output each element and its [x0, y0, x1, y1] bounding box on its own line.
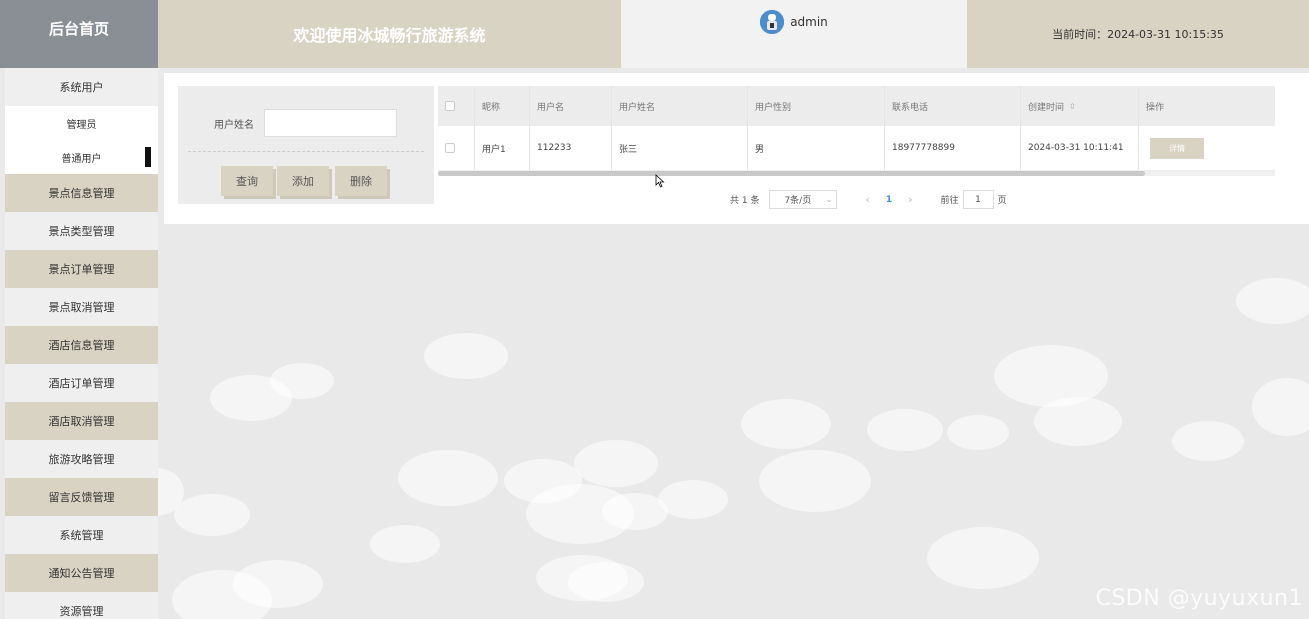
cell-username: 112233 [530, 126, 612, 170]
col-username: 用户名 [530, 86, 612, 126]
sidebar-item-travel-guide[interactable]: 旅游攻略管理 [5, 440, 158, 478]
user-avatar-icon[interactable] [760, 10, 785, 34]
cell-nickname: 用户1 [475, 126, 530, 170]
table-row: 用户1 112233 张三 男 18977778899 2024-03-31 1… [438, 126, 1275, 171]
row-checkbox[interactable] [445, 143, 455, 153]
sidebar-subitem-normal-users[interactable]: 普通用户 [5, 140, 158, 174]
active-indicator [145, 147, 151, 167]
next-page-icon[interactable]: › [908, 193, 912, 206]
page-size-value: 7条/页 [784, 196, 812, 206]
page-suffix: 页 [997, 196, 1007, 206]
search-name-input[interactable] [264, 109, 397, 137]
top-header: 后台首页 欢迎使用冰城畅行旅游系统 admin 当前时间：2024-03-31 … [0, 0, 1309, 68]
sidebar-item-spot-cancel[interactable]: 景点取消管理 [5, 288, 158, 326]
background-bubbles [128, 230, 1309, 619]
table-header: 昵称 用户名 用户姓名 用户性别 联系电话 创建时间 ⇳ 操作 [438, 86, 1275, 126]
sidebar-item-spot-type[interactable]: 景点类型管理 [5, 212, 158, 250]
search-label: 用户姓名 [214, 120, 254, 131]
col-phone: 联系电话 [885, 86, 1021, 126]
goto-page-input[interactable]: 1 [962, 190, 994, 209]
sidebar-item-system[interactable]: 系统管理 [5, 516, 158, 554]
chevron-down-icon: ⌄ [825, 195, 833, 204]
search-divider [188, 151, 424, 152]
sidebar-menu: 系统用户 管理员 普通用户 景点信息管理 景点类型管理 景点订单管理 景点取消管… [5, 68, 158, 619]
sidebar-item-system-users[interactable]: 系统用户 [5, 68, 158, 106]
current-time: 当前时间：2024-03-31 10:15:35 [967, 0, 1309, 68]
sidebar-item-hotel-cancel[interactable]: 酒店取消管理 [5, 402, 158, 440]
row-select-cell [438, 126, 475, 170]
col-realname: 用户姓名 [612, 86, 748, 126]
detail-button[interactable]: 详情 [1150, 137, 1204, 159]
sidebar-item-hotel-order[interactable]: 酒店订单管理 [5, 364, 158, 402]
main-panel: 用户姓名 查询 添加 删除 昵称 用户名 用户姓名 用户性别 联系电话 创建时间… [164, 73, 1309, 224]
welcome-title: 欢迎使用冰城畅行旅游系统 [158, 0, 621, 68]
sidebar-item-hotel-info[interactable]: 酒店信息管理 [5, 326, 158, 364]
goto-label: 前往 [940, 196, 959, 206]
user-table: 昵称 用户名 用户姓名 用户性别 联系电话 创建时间 ⇳ 操作 用户1 11223… [438, 86, 1275, 178]
page-size-select[interactable]: 7条/页 ⌄ [769, 190, 838, 209]
user-info: admin [621, 0, 967, 68]
cell-realname: 张三 [612, 126, 748, 170]
cell-gender: 男 [748, 126, 885, 170]
cell-phone: 18977778899 [885, 126, 1021, 170]
mouse-cursor-icon [655, 174, 665, 188]
query-button[interactable]: 查询 [221, 166, 273, 196]
sidebar-item-resource[interactable]: 资源管理 [5, 592, 158, 619]
col-created[interactable]: 创建时间 ⇳ [1021, 86, 1139, 126]
username-label[interactable]: admin [790, 15, 828, 29]
pager-total: 共 1 条 [730, 196, 760, 206]
col-gender: 用户性别 [748, 86, 885, 126]
cell-created: 2024-03-31 10:11:41 [1021, 126, 1139, 170]
select-all-cell [438, 86, 475, 126]
sidebar-item-spot-info[interactable]: 景点信息管理 [5, 174, 158, 212]
watermark: CSDN @yuyuxun1 [1095, 586, 1303, 611]
delete-button[interactable]: 删除 [335, 166, 387, 196]
sort-icon[interactable]: ⇳ [1069, 102, 1076, 111]
search-form: 用户姓名 查询 添加 删除 [178, 86, 434, 204]
sidebar-subitem-admins[interactable]: 管理员 [5, 106, 158, 140]
sidebar-item-notice[interactable]: 通知公告管理 [5, 554, 158, 592]
select-all-checkbox[interactable] [445, 101, 455, 111]
col-nickname: 昵称 [475, 86, 530, 126]
horizontal-scrollbar[interactable] [438, 171, 1275, 176]
col-action: 操作 [1146, 102, 1165, 113]
col-created-label: 创建时间 [1028, 102, 1065, 113]
logo-home[interactable]: 后台首页 [0, 0, 158, 68]
add-button[interactable]: 添加 [277, 166, 329, 196]
page-number-current[interactable]: 1 [886, 195, 892, 205]
sidebar-item-spot-order[interactable]: 景点订单管理 [5, 250, 158, 288]
cell-action: 详情 [1139, 126, 1275, 170]
prev-page-icon[interactable]: ‹ [865, 193, 869, 206]
pagination: 共 1 条 7条/页 ⌄ ‹ 1 › 前往 1 页 [730, 190, 1007, 209]
scrollbar-thumb[interactable] [438, 171, 1145, 176]
sidebar-subitem-normal-users-label: 普通用户 [61, 153, 102, 165]
sidebar-item-feedback[interactable]: 留言反馈管理 [5, 478, 158, 516]
